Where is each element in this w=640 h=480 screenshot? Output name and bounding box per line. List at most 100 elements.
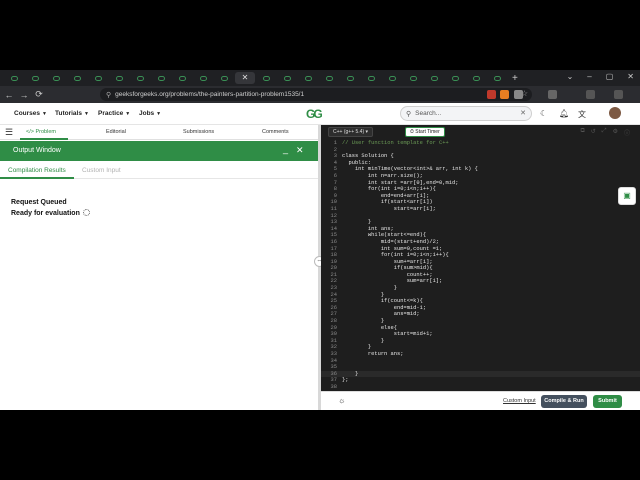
browser-tab[interactable] [193, 72, 213, 84]
browser-tab[interactable] [256, 72, 276, 84]
dark-mode-icon[interactable]: ☾ [540, 109, 547, 118]
code-line[interactable]: 22 sum=arr[i]; [321, 278, 640, 285]
menu-practice[interactable]: Practice ▼ [98, 110, 130, 117]
menu-courses[interactable]: Courses ▼ [14, 110, 47, 117]
extension-icon[interactable] [487, 90, 496, 99]
code-line[interactable]: 29 else{ [321, 325, 640, 332]
forward-icon[interactable]: → [18, 90, 30, 100]
code-line[interactable]: 35 [321, 364, 640, 371]
submit-button[interactable]: Submit [593, 395, 622, 408]
code-line[interactable]: 31 } [321, 338, 640, 345]
browser-tab[interactable] [382, 72, 402, 84]
custom-input-link[interactable]: Custom Input [503, 398, 536, 404]
tab-submissions[interactable]: Submissions [183, 129, 214, 135]
browser-tab[interactable] [67, 72, 87, 84]
info-icon[interactable]: ⓘ [624, 128, 630, 137]
close-window-icon[interactable]: ✕ [627, 72, 634, 81]
minimize-icon[interactable]: – [587, 72, 591, 81]
browser-tab[interactable] [214, 72, 234, 84]
hamburger-menu-icon[interactable]: ☰ [5, 127, 13, 138]
downloads-icon[interactable] [548, 90, 557, 99]
code-line[interactable]: 11 start=arr[i]; [321, 206, 640, 213]
code-line[interactable]: 7 int start =arr[0],end=0,mid; [321, 180, 640, 187]
url-field[interactable]: ⚲ geeksforgeeks.org/problems/the-painter… [100, 88, 532, 101]
code-line[interactable]: 6 int n=arr.size(); [321, 173, 640, 180]
profile-icon[interactable] [586, 90, 595, 99]
copy-icon[interactable]: ⧉ [580, 128, 584, 137]
maximize-icon[interactable]: ▢ [606, 72, 614, 81]
code-line[interactable]: 10 if(start<arr[i]) [321, 199, 640, 206]
new-tab-button[interactable]: + [512, 73, 518, 84]
code-line[interactable]: 14 int ans; [321, 226, 640, 233]
code-line[interactable]: 28 } [321, 318, 640, 325]
start-timer-button[interactable]: ⏱ Start Timer [405, 127, 445, 137]
site-info-icon[interactable]: ⚲ [106, 91, 111, 99]
clear-search-icon[interactable]: ✕ [520, 109, 526, 117]
notification-bell-icon[interactable]: 🔔︎ [559, 109, 569, 118]
code-line[interactable]: 12 [321, 213, 640, 220]
browser-tab[interactable] [130, 72, 150, 84]
extension-icon[interactable] [500, 90, 509, 99]
browser-tab[interactable] [424, 72, 444, 84]
browser-menu-icon[interactable] [614, 90, 623, 99]
chat-icon[interactable]: ▣ [618, 187, 636, 205]
settings-icon[interactable]: ⚙ [613, 128, 618, 137]
extensions-puzzle-icon[interactable] [514, 90, 523, 99]
browser-tab[interactable] [487, 72, 507, 84]
code-area[interactable]: 1 // User function template for C++ 2 3 clas… [321, 140, 640, 390]
code-line[interactable]: 1 // User function template for C++ [321, 140, 640, 147]
code-line[interactable]: 4 public: [321, 160, 640, 167]
code-line[interactable]: 37}; [321, 377, 640, 384]
tab-search-icon[interactable]: ⌄ [567, 72, 574, 81]
code-line[interactable]: 15 while(start<=end){ [321, 232, 640, 239]
back-icon[interactable]: ← [3, 90, 15, 100]
tab-custom-input[interactable]: Custom Input [82, 167, 121, 174]
code-line[interactable]: 2 [321, 147, 640, 154]
code-line[interactable]: 21 count++; [321, 272, 640, 279]
code-line[interactable]: 33 return ans; [321, 351, 640, 358]
gfg-logo[interactable]: GG [306, 107, 323, 121]
reload-icon[interactable]: ⟳ [33, 89, 45, 100]
fullscreen-icon[interactable]: ⤢ [602, 128, 607, 137]
code-line[interactable]: 25 if(count<=k){ [321, 298, 640, 305]
code-line[interactable]: 26 end=mid-1; [321, 305, 640, 312]
browser-tab[interactable] [466, 72, 486, 84]
code-line[interactable]: 18 for(int i=0;i<n;i++){ [321, 252, 640, 259]
lightbulb-icon[interactable]: ☼ [338, 396, 345, 405]
code-line[interactable]: 8 for(int i=0;i<n;i++){ [321, 186, 640, 193]
browser-tab[interactable] [109, 72, 129, 84]
translate-icon[interactable]: 文 [578, 109, 586, 120]
code-line[interactable]: 27 ans=mid; [321, 311, 640, 318]
tab-compilation-results[interactable]: Compilation Results [8, 167, 66, 174]
code-line[interactable]: 34 [321, 358, 640, 365]
code-line[interactable]: 16 mid=(start+end)/2; [321, 239, 640, 246]
language-select[interactable]: C++ (g++ 5.4) ▾ [328, 127, 374, 137]
menu-tutorials[interactable]: Tutorials ▼ [55, 110, 89, 117]
code-line[interactable]: 20 if(sum>mid){ [321, 265, 640, 272]
tab-problem[interactable]: </> Problem [26, 129, 56, 135]
code-line[interactable]: 24 } [321, 292, 640, 299]
code-line[interactable]: 5 int minTime(vector<int>& arr, int k) { [321, 166, 640, 173]
reset-icon[interactable]: ↺ [591, 128, 596, 137]
code-line[interactable]: 17 int sum=0,count =1; [321, 246, 640, 253]
code-line[interactable]: 32 } [321, 344, 640, 351]
browser-tab[interactable] [25, 72, 45, 84]
tab-editorial[interactable]: Editorial [106, 129, 126, 135]
avatar[interactable] [609, 107, 621, 119]
browser-tab[interactable] [445, 72, 465, 84]
close-tab-icon[interactable]: ✕ [242, 74, 249, 82]
code-line[interactable]: 13 } [321, 219, 640, 226]
browser-tab[interactable] [151, 72, 171, 84]
code-line[interactable]: 38 [321, 384, 640, 390]
browser-tab[interactable] [46, 72, 66, 84]
code-line[interactable]: 19 sum+=arr[i]; [321, 259, 640, 266]
browser-tab[interactable] [172, 72, 192, 84]
close-output-icon[interactable]: ✕ [296, 145, 304, 156]
tab-comments[interactable]: Comments [262, 129, 289, 135]
search-input[interactable]: ⚲ Search... ✕ [400, 106, 532, 121]
browser-tab[interactable] [319, 72, 339, 84]
code-line[interactable]: 3 class Solution { [321, 153, 640, 160]
browser-tab[interactable] [277, 72, 297, 84]
code-line[interactable]: 30 start=mid+1; [321, 331, 640, 338]
browser-tab[interactable] [403, 72, 423, 84]
